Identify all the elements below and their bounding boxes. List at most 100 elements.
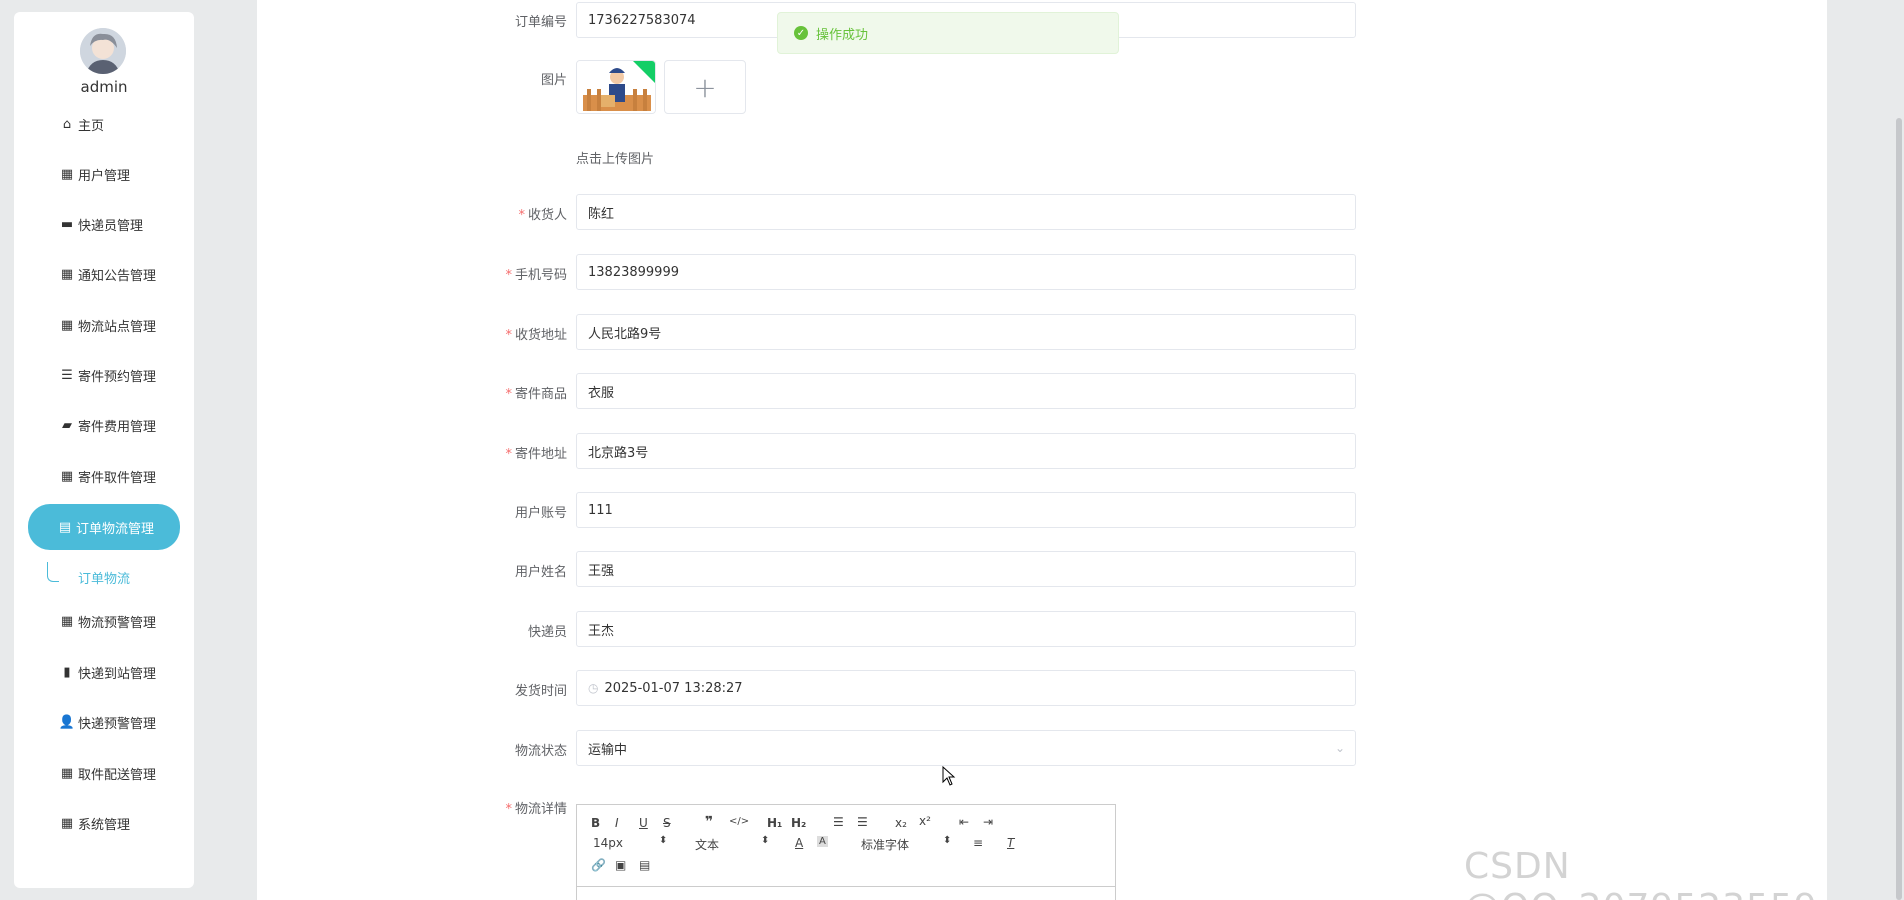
courier-input[interactable]: 王杰 [576,611,1356,647]
receiver-label: * 收货人 [518,208,567,223]
strikethrough-icon[interactable]: S [663,816,671,830]
order-no-label: 订单编号 [514,15,567,30]
username: admin [80,78,128,96]
ticket-icon: ▮ [63,664,71,680]
monitor-icon: ▬ [60,216,74,232]
home-icon: ⌂ [62,116,72,132]
font-family-select[interactable]: 标准字体 [861,836,909,853]
heading-1-icon[interactable]: H₁ [767,816,782,830]
font-family-caret-icon: ⬍ [943,835,952,846]
video-icon[interactable]: ▤ [639,858,650,872]
phone-label: * 手机号码 [505,268,567,283]
image-icon[interactable]: ▣ [615,858,626,872]
sidebar-item-label: 寄件预约管理 [78,369,157,385]
image-label: 图片 [540,73,567,88]
indent-icon[interactable]: ⇥ [983,815,993,829]
grid-icon: ▦ [60,815,74,831]
status-select[interactable]: 运输中 ⌄ [576,730,1356,766]
block-type-select[interactable]: 文本 [695,836,719,853]
sidebar-item-10[interactable]: ▮ 快递到站管理 [28,650,180,694]
sidebar-item-label: 寄件取件管理 [78,470,157,486]
sub-item-connector [47,562,59,582]
sidebar-item-0[interactable]: ⌂ 主页 [28,102,180,146]
account-input[interactable]: 111 [576,492,1356,528]
list-icon: ☰ [61,367,73,383]
send-address-row: * 寄件地址 北京路3号 [420,433,1420,473]
right-gutter [1827,0,1904,900]
sidebar-item-label: 快递员管理 [78,218,144,234]
address-input[interactable]: 人民北路9号 [576,314,1356,350]
sidebar-item-8[interactable]: ▤ 订单物流管理 [28,504,180,550]
grid-icon: ▦ [60,317,74,333]
subscript-icon[interactable]: x₂ [895,816,907,830]
code-icon[interactable]: </> [729,816,749,827]
check-circle-icon: ✓ [794,26,808,40]
sidebar-item-9[interactable]: ▦ 物流预警管理 [28,599,180,643]
clock-icon: ◷ [588,681,599,695]
receiver-row: * 收货人 陈红 [420,194,1420,234]
blockquote-icon[interactable]: ❞ [705,814,713,830]
bullet-list-icon[interactable]: ☰ [857,815,868,829]
rich-text-editor[interactable]: B I U S ❞ </> H₁ H₂ ☰ ☰ x₂ x² ⇤ ⇥ 14px ⬍… [576,804,1116,900]
sidebar-item-2[interactable]: ▬ 快递员管理 [28,202,180,246]
phone-row: * 手机号码 13823899999 [420,254,1420,294]
sidebar-subitem-order-logistics[interactable]: 订单物流 [78,568,130,587]
upload-success-badge [633,61,655,83]
link-icon[interactable]: 🔗 [591,858,606,872]
plus-icon: + [693,70,717,104]
goods-label: * 寄件商品 [505,387,567,402]
grid-icon: ▦ [60,166,74,182]
courier-label: 快递员 [527,625,567,640]
scrollbar[interactable] [1896,118,1902,900]
sidebar-item-label: 物流预警管理 [78,615,157,631]
sidebar-item-label: 订单物流管理 [76,521,155,537]
add-image-button[interactable]: + [664,60,746,114]
sidebar-item-5[interactable]: ☰ 寄件预约管理 [28,353,180,397]
editor-toolbar: B I U S ❞ </> H₁ H₂ ☰ ☰ x₂ x² ⇤ ⇥ 14px ⬍… [577,805,1115,887]
sidebar-item-label: 寄件费用管理 [78,419,157,435]
ship-time-row: 发货时间 ◷ 2025-01-07 13:28:27 [420,670,1420,710]
sidebar-item-6[interactable]: ▰ 寄件费用管理 [28,403,180,447]
sidebar-item-label: 用户管理 [78,168,131,184]
ship-time-input[interactable]: ◷ 2025-01-07 13:28:27 [576,670,1356,706]
success-toast: ✓ 操作成功 [777,12,1119,54]
text-color-icon[interactable]: A [795,836,803,850]
sidebar-item-4[interactable]: ▦ 物流站点管理 [28,303,180,347]
grid-icon: ▦ [60,613,74,629]
sidebar-item-1[interactable]: ▦ 用户管理 [28,152,180,196]
grid-icon: ▦ [60,765,74,781]
address-label: * 收货地址 [505,328,567,343]
bold-icon[interactable]: B [591,816,600,830]
outdent-icon[interactable]: ⇤ [959,815,969,829]
upload-hint: 点击上传图片 [576,152,655,167]
italic-icon[interactable]: I [615,816,619,830]
detail-label: * 物流详情 [505,802,567,817]
underline-icon[interactable]: U [639,816,648,830]
user-name-input[interactable]: 王强 [576,551,1356,587]
send-address-input[interactable]: 北京路3号 [576,433,1356,469]
block-type-caret-icon: ⬍ [761,835,770,846]
sidebar-item-13[interactable]: ▦ 系统管理 [28,801,180,845]
goods-input[interactable]: 衣服 [576,373,1356,409]
background-color-icon[interactable]: A [817,836,828,847]
sidebar-item-12[interactable]: ▦ 取件配送管理 [28,751,180,795]
phone-input[interactable]: 13823899999 [576,254,1356,290]
sidebar-item-label: 物流站点管理 [78,319,157,335]
user-name-row: 用户姓名 王强 [420,551,1420,591]
sidebar-item-7[interactable]: ▦ 寄件取件管理 [28,454,180,498]
align-icon[interactable]: ≡ [973,836,983,850]
superscript-icon[interactable]: x² [919,814,931,828]
avatar[interactable] [80,28,126,74]
box-icon: ▤ [58,519,72,535]
sidebar-item-label: 通知公告管理 [78,268,157,284]
heading-2-icon[interactable]: H₂ [791,816,806,830]
font-size-select[interactable]: 14px [593,836,623,850]
account-row: 用户账号 111 [420,492,1420,532]
sidebar-item-3[interactable]: ▦ 通知公告管理 [28,252,180,296]
clear-format-icon[interactable]: T [1007,836,1014,850]
uploaded-image-thumbnail[interactable] [576,60,656,114]
receiver-input[interactable]: 陈红 [576,194,1356,230]
address-row: * 收货地址 人民北路9号 [420,314,1420,354]
sidebar-item-11[interactable]: 👤 快递预警管理 [28,700,180,744]
ordered-list-icon[interactable]: ☰ [833,815,844,829]
